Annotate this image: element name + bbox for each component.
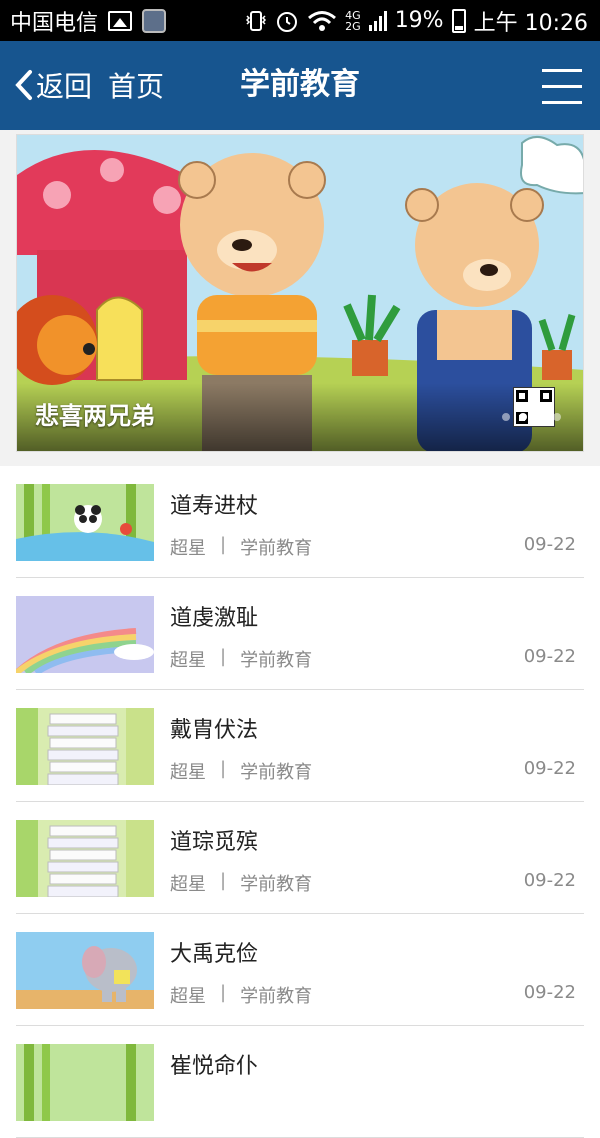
security-app-icon: [142, 8, 167, 33]
item-author: 超星: [170, 874, 206, 895]
item-meta: 超星 | 学前教育: [170, 982, 312, 1008]
list-item[interactable]: 道寿进杖 超星 | 学前教育 09-22: [16, 466, 584, 578]
signal-icon: [368, 10, 387, 32]
thumbnail: [16, 596, 154, 673]
meta-separator: |: [220, 534, 227, 555]
thumbnail: [16, 932, 154, 1009]
item-category: 学前教育: [240, 986, 313, 1007]
wifi-icon: [307, 10, 337, 32]
item-date: 09-22: [523, 758, 576, 779]
item-title: 道寿进杖: [170, 494, 259, 519]
vibrate-icon: [245, 10, 267, 32]
qr-code: [513, 387, 555, 427]
item-author: 超星: [170, 762, 206, 783]
item-title: 道琮觅殡: [170, 830, 259, 855]
meta-separator: |: [220, 870, 227, 891]
carousel-dot[interactable]: [536, 413, 544, 421]
carousel-dot[interactable]: [553, 413, 561, 421]
meta-separator: |: [220, 646, 227, 667]
item-title: 崔悦命仆: [170, 1054, 259, 1079]
item-title: 道虔激耻: [170, 606, 259, 631]
item-meta: 超星 | 学前教育: [170, 758, 312, 784]
list-item[interactable]: 道虔激耻 超星 | 学前教育 09-22: [16, 578, 584, 690]
thumbnail: [16, 484, 154, 561]
menu-icon: [542, 69, 582, 72]
list-item[interactable]: 崔悦命仆: [16, 1026, 584, 1138]
clock: 上午 10:26: [473, 10, 588, 36]
alarm-icon: [275, 9, 299, 33]
menu-button[interactable]: [542, 67, 582, 107]
item-date: 09-22: [523, 534, 576, 555]
meta-separator: |: [220, 758, 227, 779]
banner-caption: 悲喜两兄弟: [35, 402, 155, 430]
list-item[interactable]: 戴胄伏法 超星 | 学前教育 09-22: [16, 690, 584, 802]
carousel-dot[interactable]: [502, 413, 510, 421]
item-title: 大禹克俭: [170, 942, 259, 967]
banner-carousel[interactable]: 悲喜两兄弟: [16, 134, 584, 452]
item-category: 学前教育: [240, 650, 313, 671]
thumbnail: [16, 820, 154, 897]
item-date: 09-22: [523, 646, 576, 667]
video-list: 道寿进杖 超星 | 学前教育 09-22 道虔激耻 超星 | 学前教育 09-2…: [0, 466, 600, 1138]
item-meta: 超星 | 学前教育: [170, 534, 312, 560]
battery-percent: 19%: [394, 8, 444, 33]
network-type: 4G 2G: [345, 8, 361, 33]
page-title: 学前教育: [240, 67, 360, 102]
carousel-indicator: [502, 413, 561, 421]
app-header: 返回 首页 学前教育: [0, 41, 600, 130]
thumbnail: [16, 1044, 154, 1121]
meta-separator: |: [220, 982, 227, 1003]
battery-icon: [451, 8, 466, 33]
item-author: 超星: [170, 650, 206, 671]
list-item[interactable]: 道琮觅殡 超星 | 学前教育 09-22: [16, 802, 584, 914]
item-author: 超星: [170, 986, 206, 1007]
banner-section: 悲喜两兄弟: [0, 130, 600, 466]
gallery-icon: [108, 10, 133, 31]
carrier-name: 中国电信: [10, 10, 99, 36]
item-category: 学前教育: [240, 538, 313, 559]
status-bar: 中国电信 4G 2G 19% 上午 10:26: [0, 0, 600, 41]
item-author: 超星: [170, 538, 206, 559]
item-date: 09-22: [523, 982, 576, 1003]
list-item[interactable]: 大禹克俭 超星 | 学前教育 09-22: [16, 914, 584, 1026]
item-meta: 超星 | 学前教育: [170, 646, 312, 672]
thumbnail: [16, 708, 154, 785]
item-title: 戴胄伏法: [170, 718, 259, 743]
item-date: 09-22: [523, 870, 576, 891]
item-category: 学前教育: [240, 762, 313, 783]
item-meta: 超星 | 学前教育: [170, 870, 312, 896]
item-category: 学前教育: [240, 874, 313, 895]
carousel-dot-active[interactable]: [519, 413, 527, 421]
